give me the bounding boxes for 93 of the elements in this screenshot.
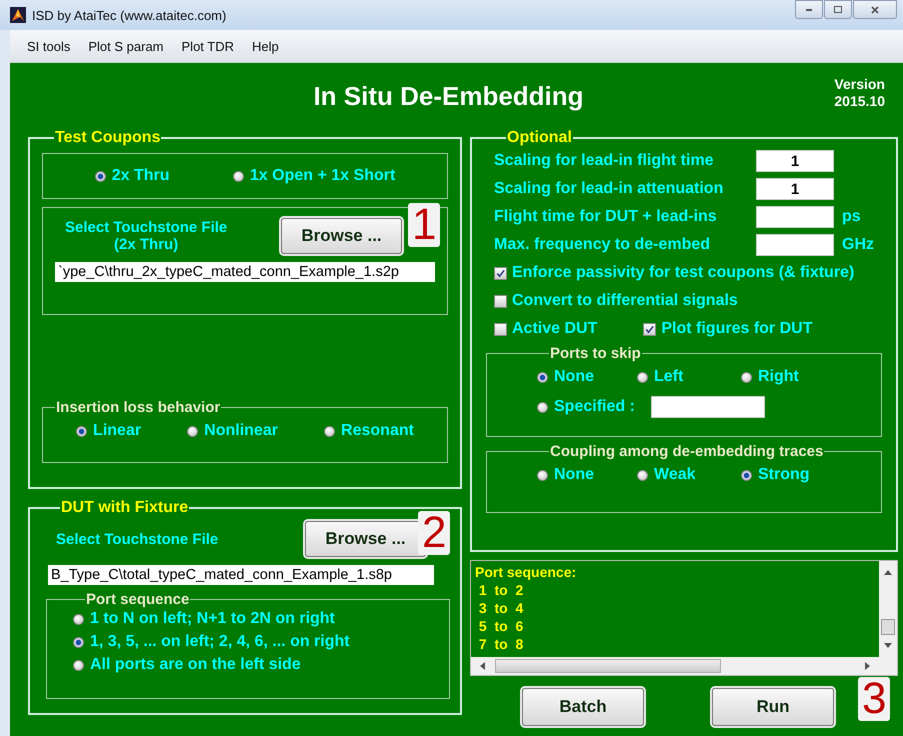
field-label: Scaling for lead-in attenuation: [494, 180, 724, 198]
file-label: Select Touchstone File: [65, 219, 228, 236]
group-title: Coupling among de-embedding traces: [549, 443, 824, 460]
checkbox-label: Convert to differential signals: [512, 292, 738, 310]
version-number: 2015.10: [834, 93, 885, 110]
field-label: Max. frequency to de-embed: [494, 236, 712, 254]
close-icon: [870, 4, 880, 14]
radio-button[interactable]: [232, 170, 244, 182]
scroll-left-icon[interactable]: [479, 662, 485, 670]
radio-label: 1x Open + 1x Short: [250, 167, 396, 185]
file-path-field[interactable]: B_Type_C\total_typeC_mated_conn_Example_1.s8p: [48, 565, 434, 585]
step-number: 1: [408, 203, 440, 247]
version-label: Version: [834, 76, 885, 93]
group-title: Ports to skip: [549, 345, 642, 362]
radio-label: Linear: [93, 422, 142, 440]
radio-label: 1, 3, 5, ... on left; 2, 4, 6, ... on right: [90, 633, 350, 651]
group-title: Port sequence: [85, 591, 190, 608]
input-field[interactable]: [650, 396, 765, 418]
action-button[interactable]: Batch: [522, 688, 644, 726]
radio-button[interactable]: [76, 426, 88, 436]
radio-label: Nonlinear: [204, 422, 278, 440]
menu-item[interactable]: SI tools: [18, 38, 80, 54]
radio-label: 2x Thru: [112, 167, 170, 185]
radio-button[interactable]: [187, 426, 198, 436]
window-title: ISD by AtaiTec (www.ataitec.com): [32, 8, 226, 22]
panel-title: Test Coupons: [54, 129, 162, 147]
radio-label: Strong: [758, 466, 810, 484]
app-icon: [10, 7, 26, 23]
radio-button[interactable]: [537, 372, 548, 382]
file-label: Select Touchstone File: [56, 530, 218, 548]
input-field[interactable]: [756, 206, 834, 228]
close-button[interactable]: [853, 0, 897, 19]
radio-button[interactable]: [537, 470, 548, 480]
radio-label: All ports are on the left side: [90, 656, 301, 674]
radio-label: 1 to N on left; N+1 to 2N on right: [90, 610, 335, 628]
browse-button[interactable]: Browse ...: [281, 218, 402, 254]
radio-button[interactable]: [741, 470, 752, 480]
radio-label: Right: [758, 368, 799, 386]
radio-label: Weak: [654, 466, 696, 484]
file-path-field[interactable]: `ype_C\thru_2x_typeC_mated_conn_Example_1.s2p: [55, 262, 435, 282]
radio-button[interactable]: [324, 426, 336, 436]
checkbox[interactable]: [643, 322, 656, 336]
menu-item[interactable]: Help: [243, 38, 288, 54]
unit-label: GHz: [842, 236, 874, 254]
radio-label: None: [554, 368, 594, 386]
radio-button[interactable]: [94, 170, 106, 182]
minimize-button[interactable]: [795, 0, 823, 19]
field-label: Flight time for DUT + lead-ins: [494, 208, 718, 226]
menu-item[interactable]: Plot S param: [79, 38, 173, 54]
scroll-right-icon[interactable]: [865, 662, 871, 670]
log-line: 3 to 4: [478, 599, 524, 617]
radio-label: None: [554, 466, 594, 484]
checkbox-label: Plot figures for DUT: [661, 320, 812, 338]
radio-button[interactable]: [537, 402, 548, 412]
log-line: 5 to 6: [478, 617, 524, 635]
scroll-up-icon[interactable]: [884, 569, 892, 575]
scrollbar-thumb[interactable]: [881, 619, 895, 635]
radio-button[interactable]: [73, 660, 84, 670]
unit-label: ps: [842, 208, 861, 226]
step-number: 2: [418, 511, 450, 555]
radio-label: Resonant: [341, 422, 414, 440]
radio-button[interactable]: [637, 470, 648, 480]
log-line: 7 to 8: [478, 635, 524, 653]
radio-button[interactable]: [741, 372, 752, 382]
group-title: Insertion loss behavior: [55, 399, 222, 416]
checkbox-label: Active DUT: [512, 320, 598, 338]
maximize-icon: [833, 4, 843, 14]
menu-item[interactable]: Plot TDR: [172, 38, 244, 54]
panel-title: Optional: [506, 129, 573, 147]
log-line: Port sequence:: [475, 563, 578, 581]
maximize-button[interactable]: [824, 0, 852, 19]
radio-button[interactable]: [637, 372, 648, 382]
field-label: Scaling for lead-in flight time: [494, 152, 715, 170]
file-sublabel: (2x Thru): [114, 236, 178, 253]
radio-label: Specified :: [554, 398, 635, 416]
checkbox[interactable]: [494, 266, 507, 280]
scroll-down-icon[interactable]: [884, 643, 892, 649]
radio-label: Left: [654, 368, 684, 386]
app-title: In Situ De-Embedding: [313, 80, 584, 112]
log-line: 1 to 2: [478, 581, 524, 599]
step-number: 3: [858, 677, 890, 721]
radio-button[interactable]: [73, 636, 84, 648]
checkbox-label: Enforce passivity for test coupons (& fixture): [512, 264, 854, 282]
radio-button[interactable]: [73, 614, 84, 624]
checkbox[interactable]: [494, 322, 507, 336]
checkbox[interactable]: [494, 294, 507, 308]
panel-title: DUT with Fixture: [60, 499, 190, 517]
minimize-icon: [806, 8, 812, 10]
input-field[interactable]: 1: [756, 178, 834, 200]
action-button[interactable]: Run: [712, 688, 834, 726]
input-field[interactable]: 1: [756, 150, 834, 172]
input-field[interactable]: [756, 234, 834, 256]
scrollbar-thumb[interactable]: [495, 659, 721, 673]
